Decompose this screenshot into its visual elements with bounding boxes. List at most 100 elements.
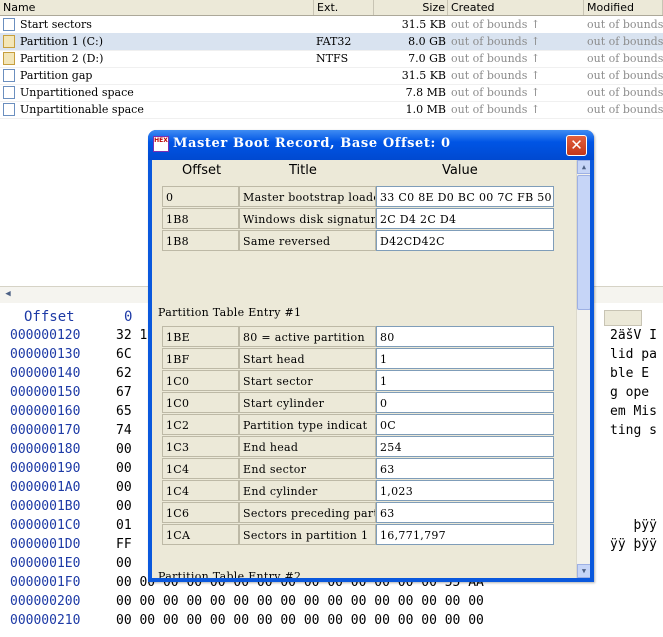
scroll-up-icon[interactable]: ▲ (577, 160, 590, 174)
template-row: 1C2 Partition type indicat 0C (152, 414, 576, 435)
file-name: Partition gap (20, 69, 93, 82)
file-list-row[interactable]: Partition gap 31.5 KB out of bounds ↑ out o… (0, 67, 663, 85)
partition-icon (3, 52, 15, 65)
file-icon (3, 86, 15, 99)
file-list-row[interactable]: Unpartitioned space 7.8 MB out of bounds ↑… (0, 84, 663, 102)
template-row: 1CA Sectors in partition 1 16,771,797 (152, 524, 576, 545)
file-created: out of bounds ↑ (451, 69, 541, 82)
hex-bytes[interactable]: 00 (116, 478, 132, 497)
hex-address: 000000140 (10, 366, 81, 381)
hex-text[interactable]: ble E (610, 364, 649, 383)
title-column-header: Title (289, 163, 317, 178)
file-list-row[interactable]: Partition 2 (D:) NTFS 7.0 GB out of bounds … (0, 50, 663, 68)
row-title: Windows disk signature (239, 208, 376, 229)
close-button[interactable]: ✕ (566, 135, 587, 156)
hex-bytes[interactable]: 65 (116, 402, 132, 421)
row-value-field[interactable]: 1 (376, 370, 554, 391)
row-value-field[interactable]: 1 (376, 348, 554, 369)
row-value-field[interactable]: 16,771,797 (376, 524, 554, 545)
hex-bytes[interactable]: 6C (116, 345, 132, 364)
file-list-row[interactable]: Start sectors 31.5 KB out of bounds ↑ out o… (0, 16, 663, 34)
hex-text[interactable]: ting s (610, 421, 657, 440)
file-ext (316, 84, 374, 101)
row-offset: 1C4 (162, 458, 239, 479)
column-header-ext[interactable]: Ext. (314, 0, 374, 15)
row-title: Start cylinder (239, 392, 376, 413)
hex-bytes[interactable]: 74 (116, 421, 132, 440)
hex-row[interactable]: 000000200 00 00 00 00 00 00 00 00 00 00 0… (0, 592, 663, 611)
file-list-row[interactable]: Partition 1 (C:) FAT32 8.0 GB out of bounds… (0, 33, 663, 51)
row-value-field[interactable]: 80 (376, 326, 554, 347)
hex-bytes[interactable]: 00 (116, 459, 132, 478)
hex-address: 0000001C0 (10, 518, 81, 533)
template-row: 1BE 80 = active partition 80 (152, 326, 576, 347)
row-value-field[interactable]: 254 (376, 436, 554, 457)
hex-row[interactable]: 000000210 00 00 00 00 00 00 00 00 00 00 0… (0, 611, 663, 630)
row-offset: 1BE (162, 326, 239, 347)
row-value-field[interactable]: 63 (376, 502, 554, 523)
hex-text[interactable]: ÿÿ þÿÿ (610, 535, 657, 554)
row-offset: 1C2 (162, 414, 239, 435)
file-name: Start sectors (20, 18, 92, 31)
row-title: End cylinder (239, 480, 376, 501)
value-column-header: Value (442, 163, 478, 178)
row-title: End head (239, 436, 376, 457)
hex-text[interactable]: 2äšV I (610, 326, 657, 345)
hex-address: 0000001A0 (10, 480, 81, 495)
template-row: 1C4 End cylinder 1,023 (152, 480, 576, 501)
scroll-thumb[interactable] (577, 175, 590, 310)
scroll-down-icon[interactable]: ▼ (577, 564, 590, 578)
hex-bytes[interactable]: 00 (116, 440, 132, 459)
column-header-size[interactable]: Size (374, 0, 448, 15)
hex-bytes[interactable]: 00 00 00 00 00 00 00 00 00 00 00 00 00 0… (116, 611, 484, 630)
row-title: Start head (239, 348, 376, 369)
hex-bytes[interactable]: 01 (116, 516, 132, 535)
row-title: Master bootstrap loade (239, 186, 376, 207)
hex-bytes[interactable]: FF (116, 535, 132, 554)
row-value-field[interactable]: 1,023 (376, 480, 554, 501)
column-header-name[interactable]: Name (0, 0, 314, 15)
row-title: Sectors preceding part (239, 502, 376, 523)
column-header-created[interactable]: Created (448, 0, 584, 15)
hex-bytes[interactable]: 00 (116, 554, 132, 573)
section-label-pte1: Partition Table Entry #1 (158, 306, 302, 319)
hex-bytes[interactable]: 67 (116, 383, 132, 402)
row-value-field[interactable]: 63 (376, 458, 554, 479)
row-title: Start sector (239, 370, 376, 391)
file-size: 1.0 MB (405, 103, 446, 116)
template-row: 1C3 End head 254 (152, 436, 576, 457)
template-row: 1BF Start head 1 (152, 348, 576, 369)
row-title: Sectors in partition 1 (239, 524, 376, 545)
file-ext (316, 16, 374, 33)
file-created: out of bounds ↑ (451, 35, 541, 48)
row-value-field[interactable]: 0C (376, 414, 554, 435)
hex-address: 0000001E0 (10, 556, 81, 571)
hex-bytes[interactable]: 32 1 (116, 326, 147, 345)
hex-bytes[interactable]: 00 00 00 00 00 00 00 00 00 00 00 00 00 0… (116, 592, 484, 611)
file-modified: out of bounds (587, 86, 663, 99)
row-value-field[interactable]: 2C D4 2C D4 (376, 208, 554, 229)
file-created: out of bounds ↑ (451, 18, 541, 31)
file-list-row[interactable]: Unpartitionable space 1.0 MB out of bounds… (0, 101, 663, 119)
scroll-left-icon[interactable]: ◀ (2, 289, 14, 300)
text-column-header (604, 310, 642, 326)
file-name: Partition 2 (D:) (20, 52, 104, 65)
row-value-field[interactable]: 33 C0 8E D0 BC 00 7C FB 50 07 (376, 186, 554, 207)
hex-address: 0000001B0 (10, 499, 81, 514)
file-size: 7.8 MB (405, 86, 446, 99)
hex-text[interactable]: em Mis (610, 402, 657, 421)
hex-text[interactable]: þÿÿ (610, 516, 657, 535)
dialog-vertical-scrollbar[interactable]: ▲ ▼ (576, 160, 590, 578)
column-header-modified[interactable]: Modified (584, 0, 663, 15)
dialog-titlebar[interactable]: HEX Master Boot Record, Base Offset: 0 ✕ (148, 130, 594, 160)
row-value-field[interactable]: 0 (376, 392, 554, 413)
hex-bytes[interactable]: 62 (116, 364, 132, 383)
hex-bytes[interactable]: 00 (116, 497, 132, 516)
file-ext: FAT32 (316, 35, 352, 48)
hex-text[interactable]: lid pa (610, 345, 657, 364)
mbr-dialog: HEX Master Boot Record, Base Offset: 0 ✕… (148, 130, 594, 582)
row-value-field[interactable]: D42CD42C (376, 230, 554, 251)
hex-text[interactable]: g ope (610, 383, 649, 402)
template-row: 1B8 Same reversed D42CD42C (152, 230, 576, 251)
file-created: out of bounds ↑ (451, 52, 541, 65)
